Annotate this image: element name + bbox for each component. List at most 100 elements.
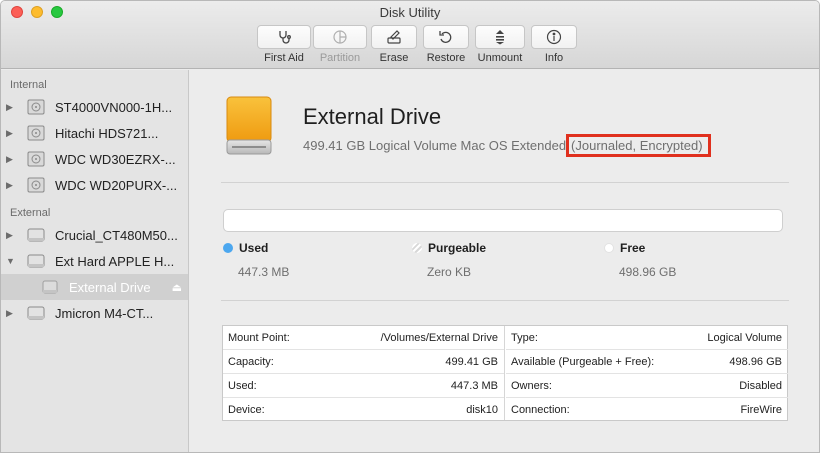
disk-utility-window: Disk Utility First Aid Partition Erase R… (0, 0, 820, 453)
first-aid-button[interactable]: First Aid (257, 25, 311, 64)
info-row-mount-point: Mount Point: /Volumes/External Drive (223, 326, 504, 350)
erase-button[interactable]: Erase (371, 25, 417, 64)
sidebar-item-hitachi[interactable]: ▶ Hitachi HDS721... (1, 120, 188, 146)
restore-arrow-icon (439, 31, 452, 43)
sidebar-item-label: External Drive (69, 279, 151, 295)
sidebar-item-label: ST4000VN000-1H... (55, 99, 173, 115)
info-value: 447.3 MB (450, 379, 498, 392)
info-key: Available (Purgeable + Free): (511, 355, 655, 368)
info-value: 498.96 GB (729, 355, 782, 368)
erase-drive-icon (387, 30, 401, 44)
partition-button[interactable]: Partition (313, 25, 367, 64)
info-value: FireWire (740, 404, 782, 416)
info-icon (546, 29, 562, 45)
purgeable-value: Zero KB (427, 265, 472, 279)
info-row-device: Device: disk10 (223, 398, 504, 422)
sidebar-item-external-drive[interactable]: External Drive ⏏ (1, 274, 188, 300)
volume-icon (42, 280, 58, 294)
partition-pie-icon (333, 30, 347, 44)
partition-label: Partition (319, 52, 361, 64)
disclosure-triangle-icon[interactable]: ▶ (6, 308, 16, 319)
sidebar-item-label: Hitachi HDS721... (55, 125, 159, 141)
internal-disk-icon (27, 125, 45, 141)
info-value: 499.41 GB (445, 355, 498, 368)
disclosure-triangle-icon[interactable]: ▶ (6, 102, 16, 113)
volume-subtitle: 499.41 GB Logical Volume Mac OS Extended (303, 138, 567, 153)
sidebar-item-label: WDC WD30EZRX-... (55, 151, 176, 167)
sidebar-item-jmicron[interactable]: ▶ Jmicron M4-CT... (1, 300, 188, 326)
unmount-button[interactable]: Unmount (475, 25, 525, 64)
unmount-label: Unmount (477, 52, 523, 64)
info-key: Owners: (511, 379, 552, 392)
info-key: Connection: (511, 404, 570, 416)
external-disk-icon (27, 228, 45, 242)
used-label: Used (239, 241, 269, 255)
info-key: Type: (511, 331, 538, 344)
divider (221, 182, 789, 183)
info-key: Capacity: (228, 355, 274, 368)
storage-usage-bar (223, 209, 783, 232)
external-disk-icon (27, 306, 45, 320)
disclosure-triangle-icon[interactable]: ▶ (6, 230, 16, 241)
info-column-right: Type: Logical Volume Available (Purgeable… (506, 326, 788, 420)
internal-disk-icon (27, 99, 45, 115)
info-key: Device: (228, 404, 265, 416)
internal-disk-icon (27, 177, 45, 193)
legend-used: Used 447.3 MB (223, 241, 289, 279)
info-row-capacity: Capacity: 499.41 GB (223, 350, 504, 374)
used-value: 447.3 MB (238, 265, 290, 279)
erase-label: Erase (379, 52, 409, 64)
info-row-owners: Owners: Disabled (506, 374, 788, 398)
info-row-type: Type: Logical Volume (506, 326, 788, 350)
internal-disk-icon (27, 151, 45, 167)
volume-description: 499.41 GB Logical Volume Mac OS Extended… (303, 134, 711, 157)
disclosure-triangle-icon[interactable]: ▶ (6, 154, 16, 165)
info-key: Used: (228, 379, 257, 392)
disclosure-triangle-icon[interactable]: ▶ (6, 128, 16, 139)
info-value: Logical Volume (707, 331, 782, 344)
purgeable-swatch-icon (412, 243, 422, 253)
restore-label: Restore (426, 52, 466, 64)
sidebar-section-external: External (10, 207, 51, 219)
info-row-used: Used: 447.3 MB (223, 374, 504, 398)
sidebar: Internal ▶ ST4000VN000-1H... ▶ Hitachi H… (1, 70, 189, 452)
sidebar-section-internal: Internal (10, 79, 47, 91)
eject-icon[interactable]: ⏏ (172, 281, 182, 294)
info-button[interactable]: Info (531, 25, 577, 64)
info-row-available: Available (Purgeable + Free): 498.96 GB (506, 350, 788, 374)
external-drive-large-icon (226, 96, 272, 155)
info-value: disk10 (466, 404, 498, 416)
disclosure-triangle-icon[interactable]: ▶ (6, 180, 16, 191)
sidebar-item-label: Crucial_CT480M50... (55, 227, 178, 243)
unmount-icon (496, 30, 504, 45)
info-label: Info (544, 52, 564, 64)
info-key: Mount Point: (228, 331, 290, 344)
purgeable-label: Purgeable (428, 241, 487, 255)
free-label: Free (620, 241, 646, 255)
disclosure-triangle-expanded-icon[interactable]: ▼ (6, 256, 16, 266)
title-bar: Disk Utility First Aid Partition Erase R… (1, 1, 819, 69)
used-swatch-icon (223, 243, 233, 253)
free-swatch-icon (604, 243, 614, 253)
first-aid-label: First Aid (264, 52, 304, 64)
detail-pane: External Drive 499.41 GB Logical Volume … (190, 70, 819, 452)
divider (221, 300, 789, 301)
volume-name: External Drive (303, 104, 442, 129)
sidebar-item-crucial[interactable]: ▶ Crucial_CT480M50... (1, 222, 188, 248)
external-disk-icon (27, 254, 45, 268)
legend-free: Free 498.96 GB (604, 241, 676, 279)
sidebar-item-st4000vn000[interactable]: ▶ ST4000VN000-1H... (1, 94, 188, 120)
free-value: 498.96 GB (619, 265, 677, 279)
sidebar-item-label: WDC WD20PURX-... (55, 177, 178, 193)
sidebar-item-label: Jmicron M4-CT... (55, 305, 154, 321)
sidebar-item-wdc-wd30ezrx[interactable]: ▶ WDC WD30EZRX-... (1, 146, 188, 172)
restore-button[interactable]: Restore (423, 25, 469, 64)
info-value: Disabled (739, 379, 782, 392)
sidebar-item-label: Ext Hard APPLE H... (55, 253, 175, 269)
sidebar-item-wdc-wd20purx[interactable]: ▶ WDC WD20PURX-... (1, 172, 188, 198)
sidebar-item-ext-hard-apple[interactable]: ▼ Ext Hard APPLE H... (1, 248, 188, 274)
volume-info-table: Mount Point: /Volumes/External Drive Capa… (222, 325, 788, 421)
info-value: /Volumes/External Drive (380, 331, 498, 344)
legend-purgeable: Purgeable Zero KB (412, 241, 486, 279)
window-title: Disk Utility (379, 5, 441, 20)
